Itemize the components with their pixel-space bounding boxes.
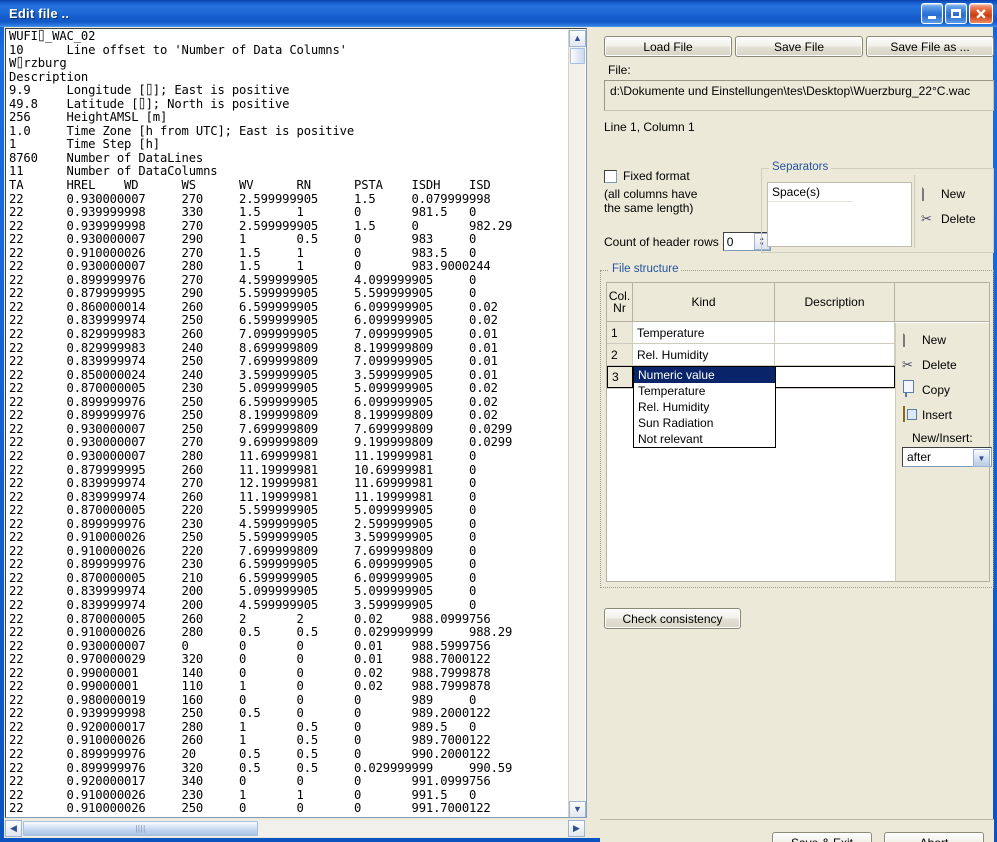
dropdown-option-rel-humidity[interactable]: Rel. Humidity (634, 399, 775, 415)
editor-horizontal-scrollbar[interactable]: ◀ |||| ▶ (5, 820, 585, 837)
file-label: File: (608, 63, 631, 77)
fixed-format-checkbox[interactable] (604, 169, 617, 183)
edit-file-window: Edit file .. ✕ WUFI⌷_WAC_02 10 Line offs… (0, 0, 997, 842)
file-structure-actions: New ✂ Delete Copy Insert New/Insert: aft… (895, 323, 992, 581)
dropdown-option-not-relevant[interactable]: Not relevant (634, 431, 775, 447)
structure-new-button[interactable]: New (902, 331, 989, 348)
caption-buttons: ✕ (921, 3, 993, 24)
save-file-button[interactable]: Save File (735, 36, 863, 57)
scroll-left-icon[interactable]: ◀ (5, 820, 22, 837)
window-title: Edit file .. (9, 6, 70, 21)
fixed-format-row[interactable]: Fixed format (604, 169, 690, 183)
save-file-as-button[interactable]: Save File as ... (866, 36, 994, 57)
separators-group-title: Separators (769, 161, 832, 173)
scroll-up-icon[interactable]: ▲ (569, 30, 586, 47)
list-item[interactable]: Space(s) (768, 183, 853, 202)
dialog-button-bar: Save & Exit Abort (600, 819, 994, 842)
column-header-kind: Kind (633, 283, 775, 321)
structure-delete-button[interactable]: ✂ Delete (902, 356, 989, 373)
separator-new-button[interactable]: New (921, 185, 990, 202)
minimize-icon (928, 15, 936, 19)
title-bar[interactable]: Edit file .. ✕ (0, 0, 997, 27)
maximize-button[interactable] (945, 3, 967, 24)
separators-list[interactable]: Space(s) (767, 182, 912, 247)
fixed-format-label: Fixed format (623, 169, 690, 183)
file-structure-grid: Col. Nr Kind Description 1 Temperature 2… (606, 282, 992, 582)
editor-pane: WUFI⌷_WAC_02 10 Line offset to 'Number o… (4, 27, 587, 838)
header-rows-value[interactable]: 0 (724, 235, 754, 249)
editor-vscroll-thumb[interactable] (570, 48, 585, 64)
save-and-exit-button[interactable]: Save & Exit (772, 832, 872, 842)
separator-delete-label: Delete (941, 211, 976, 226)
scroll-down-icon[interactable]: ▼ (569, 801, 586, 817)
file-path-field[interactable]: d:\Dokumente und Einstellungen\tes\Deskt… (604, 80, 994, 111)
row-description[interactable] (775, 322, 895, 343)
separator-new-label: New (941, 186, 966, 201)
new-insert-combobox[interactable]: after ▼ (902, 447, 992, 467)
separator-delete-button[interactable]: ✂ Delete (921, 210, 990, 227)
header-rows-row: Count of header rows 0 ▲ ▼ (604, 232, 771, 251)
dropdown-option-numeric-value[interactable]: Numeric value (634, 367, 775, 383)
copy-icon (902, 381, 917, 397)
row-number: 1 (607, 322, 633, 343)
separators-group: Separators Space(s) New ✂ Delete (761, 161, 994, 253)
structure-insert-label: Insert (922, 407, 953, 422)
structure-new-label: New (922, 332, 947, 347)
structure-delete-label: Delete (922, 357, 957, 372)
separators-actions: New ✂ Delete (914, 175, 990, 248)
structure-copy-button[interactable]: Copy (902, 381, 989, 398)
scroll-right-icon[interactable]: ▶ (568, 820, 585, 837)
row-kind[interactable]: Rel. Humidity (633, 344, 775, 365)
maximize-icon (951, 9, 961, 18)
minimize-button[interactable] (921, 3, 943, 24)
cursor-position-status: Line 1, Column 1 (604, 120, 695, 134)
kind-dropdown-list[interactable]: Numeric value Temperature Rel. Humidity … (633, 366, 776, 448)
row-description[interactable] (775, 344, 895, 365)
close-button[interactable]: ✕ (969, 3, 993, 24)
file-structure-group-title: File structure (609, 263, 682, 275)
new-insert-value: after (907, 450, 932, 464)
row-kind[interactable]: Temperature (633, 322, 775, 343)
new-page-icon (902, 331, 917, 347)
fixed-format-note-line2: the same length) (604, 201, 694, 215)
row-number: 3 (607, 366, 633, 388)
header-rows-label: Count of header rows (604, 234, 719, 249)
structure-insert-button[interactable]: Insert (902, 406, 989, 423)
grid-header-row: Col. Nr Kind Description (607, 283, 989, 322)
settings-pane: Load File Save File Save File as ... Fil… (594, 27, 994, 842)
editor-hscroll-thumb[interactable]: |||| (23, 821, 258, 836)
fixed-format-note: (all columns have the same length) (604, 187, 697, 215)
column-header-actions (895, 283, 989, 321)
file-structure-group: File structure Col. Nr Kind Description (600, 263, 994, 588)
dropdown-option-temperature[interactable]: Temperature (634, 383, 775, 399)
column-header-description: Description (775, 283, 895, 321)
new-insert-label: New/Insert: (912, 431, 973, 445)
editor-vertical-scrollbar[interactable]: ▲ ▼ (568, 30, 586, 817)
file-text-content[interactable]: WUFI⌷_WAC_02 10 Line offset to 'Number o… (9, 29, 569, 817)
structure-copy-label: Copy (922, 382, 951, 397)
file-text-editor[interactable]: WUFI⌷_WAC_02 10 Line offset to 'Number o… (5, 28, 587, 818)
column-header-nr: Col. Nr (607, 283, 633, 321)
scissors-icon: ✂ (902, 357, 913, 372)
new-page-icon (921, 185, 936, 201)
fixed-format-note-line1: (all columns have (604, 187, 698, 201)
clipboard-paste-icon (902, 406, 917, 422)
dropdown-option-sun-radiation[interactable]: Sun Radiation (634, 415, 775, 431)
check-consistency-button[interactable]: Check consistency (604, 608, 741, 629)
scissors-icon: ✂ (921, 211, 932, 226)
row-description[interactable] (775, 366, 895, 388)
row-number: 2 (607, 344, 633, 365)
client-area: WUFI⌷_WAC_02 10 Line offset to 'Number o… (4, 27, 994, 842)
load-file-button[interactable]: Load File (604, 36, 732, 57)
column-header-nr-line2: Nr (613, 301, 626, 315)
close-icon: ✕ (975, 5, 987, 22)
chevron-down-icon[interactable]: ▼ (973, 449, 990, 467)
abort-button[interactable]: Abort (884, 832, 984, 842)
